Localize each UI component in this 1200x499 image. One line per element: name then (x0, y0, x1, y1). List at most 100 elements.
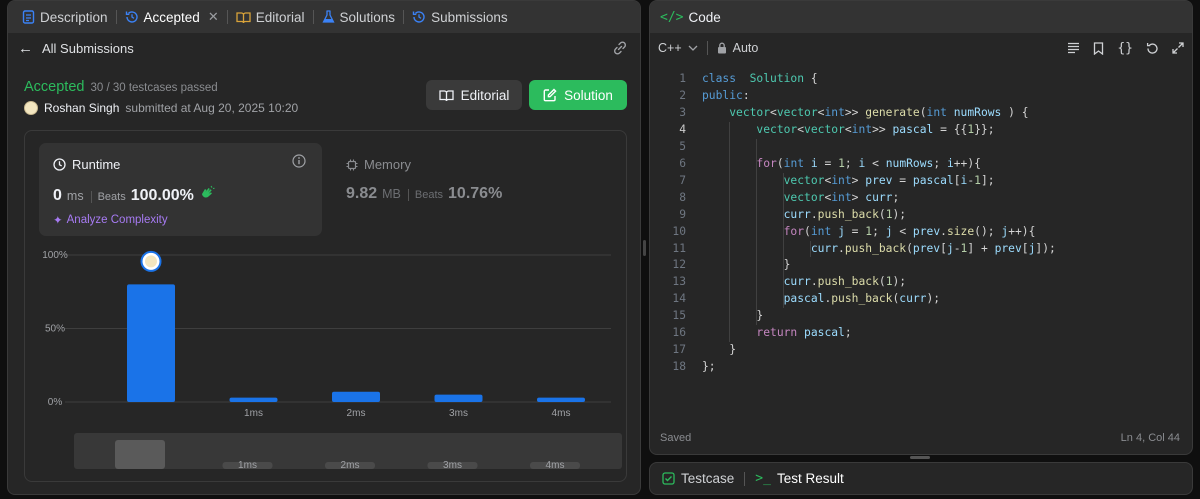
line-number: 5 (679, 139, 686, 153)
language-select[interactable]: C++ (658, 41, 698, 55)
y-tick-label: 50% (45, 324, 65, 335)
cursor-position: Ln 4, Col 44 (1120, 432, 1180, 444)
auto-mode-label[interactable]: Auto (733, 41, 759, 55)
format-icon[interactable] (1067, 42, 1080, 54)
code-line: for(int j = 1; j < prev.size(); j++){ (783, 224, 1036, 238)
back-arrow-icon[interactable]: ← (18, 40, 33, 57)
code-line: } (702, 343, 737, 357)
bookmark-icon[interactable] (1093, 41, 1104, 55)
line-number: 17 (672, 343, 686, 357)
avatar[interactable] (24, 101, 38, 115)
lock-icon (717, 42, 727, 54)
overview-tick-label: 3ms (443, 460, 462, 471)
reset-icon[interactable] (1146, 42, 1159, 55)
performance-card: Runtime 0 ms Beats 100.00% ✦ Analyze Com… (24, 130, 627, 482)
submission-status: Accepted 30 / 30 testcases passed (24, 79, 218, 95)
chart-bar (332, 391, 380, 402)
code-line: }; (702, 360, 716, 374)
book-icon (236, 11, 251, 24)
x-tick-label: 3ms (449, 408, 468, 419)
code-line: } (702, 258, 791, 272)
vertical-resize-handle[interactable] (910, 456, 930, 459)
line-number: 18 (672, 360, 686, 374)
code-line: return pascal; (756, 326, 852, 340)
line-number: 10 (672, 224, 686, 238)
tab-separator (115, 10, 117, 24)
chart-bar (127, 284, 175, 402)
line-number: 13 (672, 275, 686, 289)
runtime-distribution-chart[interactable]: 100% 50% 0% 1ms 2ms 3ms 4ms 1ms 2ms 3ms 4ms (25, 131, 628, 483)
tab-testcase[interactable]: Testcase (681, 471, 734, 486)
chart-overview-selected (115, 440, 165, 469)
chart-bar (537, 397, 585, 402)
document-icon (22, 10, 35, 24)
user-marker-avatar-fill (145, 255, 157, 268)
tab-accepted-label: Accepted (143, 9, 200, 25)
code-tab-bar: </> Code (650, 1, 1192, 33)
history-icon (412, 10, 426, 24)
toolbar-separator (706, 41, 708, 55)
editorial-button[interactable]: Editorial (426, 80, 522, 110)
saved-status: Saved (660, 432, 692, 444)
line-number: 11 (672, 241, 686, 255)
solution-button[interactable]: Solution (529, 80, 627, 110)
author-name[interactable]: Roshan Singh (44, 101, 119, 115)
line-number: 15 (672, 309, 686, 323)
submission-nav-bar: ← All Submissions (8, 33, 640, 63)
status-label: Accepted (24, 79, 85, 95)
indent-guide (810, 240, 812, 258)
console-panel: Testcase >_ Test Result (649, 462, 1193, 495)
code-title: Code (688, 9, 721, 25)
code-line: curr.push_back(1); (783, 275, 907, 289)
code-line: vector<int> prev = pascal[i-1]; (783, 173, 995, 187)
tab-editorial-label: Editorial (255, 9, 305, 25)
tab-description[interactable]: Description (16, 1, 114, 33)
author-line: Roshan Singh submitted at Aug 20, 2025 1… (24, 101, 298, 115)
code-line: for(int i = 1; i < numRows; i++){ (756, 156, 981, 170)
indent-guide (756, 138, 757, 326)
line-number: 2 (679, 88, 686, 102)
x-tick-label: 1ms (244, 408, 263, 419)
code-line: vector<int> curr; (783, 190, 900, 204)
x-tick-label: 2ms (347, 408, 366, 419)
line-number: 8 (679, 190, 686, 204)
tab-solutions-label: Solutions (339, 9, 396, 25)
y-tick-label: 0% (48, 397, 63, 408)
tab-editorial[interactable]: Editorial (230, 1, 311, 33)
line-number: 3 (679, 105, 686, 119)
code-panel: </> Code C++ Auto {} 1 class Solution {2 p… (649, 0, 1193, 455)
overview-tick-label: 4ms (546, 460, 565, 471)
tab-submissions-label: Submissions (431, 9, 508, 25)
line-number: 7 (679, 173, 686, 187)
link-icon[interactable] (612, 40, 628, 56)
braces-icon[interactable]: {} (1117, 41, 1133, 56)
edit-icon (543, 88, 557, 102)
code-line: curr.push_back(1); (783, 207, 907, 221)
line-number: 6 (679, 156, 686, 170)
expand-icon[interactable] (1172, 42, 1184, 54)
submitted-time: submitted at Aug 20, 2025 10:20 (125, 101, 299, 115)
line-number: 4 (679, 122, 686, 136)
history-icon (125, 10, 139, 24)
tab-description-label: Description (40, 9, 108, 25)
chart-bar (434, 394, 483, 402)
panel-resize-handle[interactable] (643, 240, 646, 256)
code-line: } (702, 309, 764, 323)
line-number: 1 (679, 72, 686, 85)
terminal-icon: >_ (755, 471, 771, 486)
tab-accepted[interactable]: Accepted ✕ (119, 1, 225, 33)
code-line: pascal.push_back(curr); (783, 292, 941, 306)
code-line: vector<vector<int>> generate(int numRows… (729, 105, 1029, 119)
tab-test-result[interactable]: Test Result (777, 471, 844, 486)
tab-separator (312, 10, 314, 24)
chevron-down-icon (688, 45, 698, 51)
tab-submissions[interactable]: Submissions (406, 1, 514, 33)
code-toolbar-actions: {} (1067, 41, 1184, 56)
close-icon[interactable]: ✕ (208, 9, 219, 25)
tab-solutions[interactable]: Solutions (316, 1, 402, 33)
y-tick-label: 100% (42, 250, 68, 261)
overview-tick-label: 1ms (238, 460, 257, 471)
tab-separator (744, 471, 746, 486)
all-submissions-link[interactable]: All Submissions (42, 41, 134, 56)
chart-bar (229, 397, 278, 402)
